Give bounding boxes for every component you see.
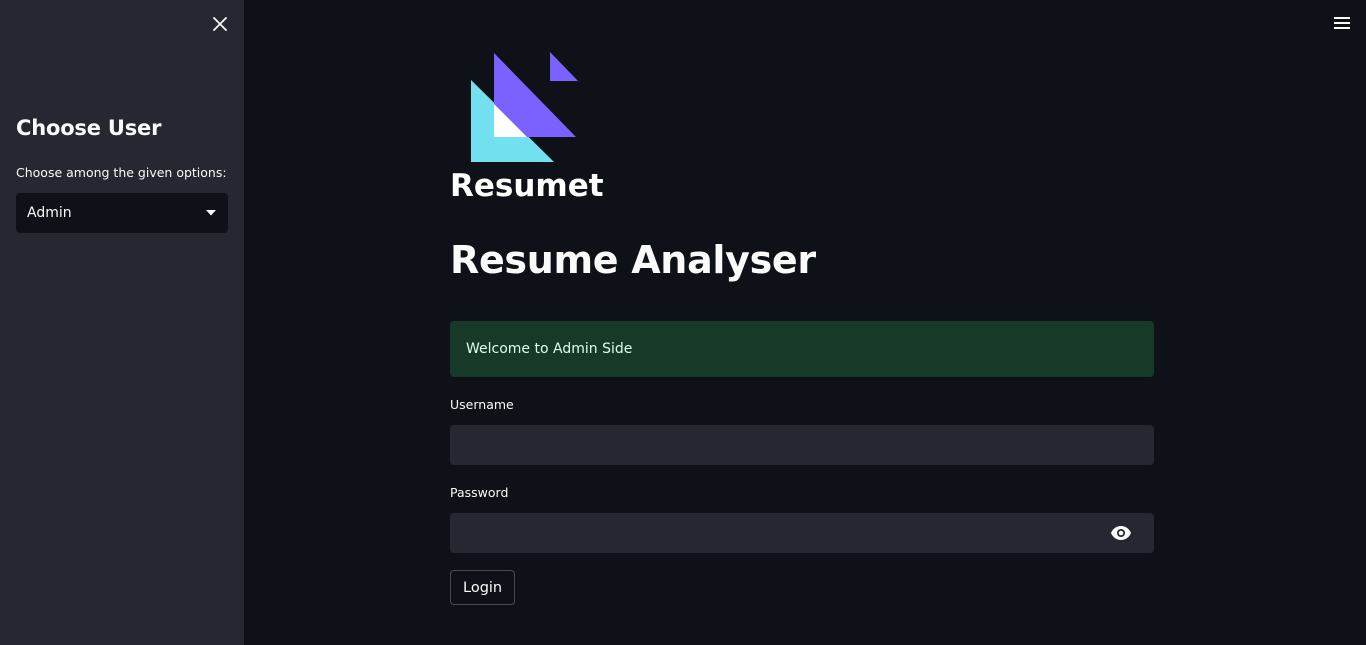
resumet-logo: Resumet [448, 50, 608, 204]
caret-down-icon [206, 210, 216, 216]
page-title: Resume Analyser [450, 238, 816, 282]
alert-text: Welcome to Admin Side [466, 341, 633, 357]
username-label: Username [450, 397, 514, 412]
welcome-alert: Welcome to Admin Side [450, 321, 1154, 377]
main-menu-button[interactable] [1330, 12, 1354, 34]
close-sidebar-button[interactable] [208, 12, 232, 36]
sidebar: Choose User Choose among the given optio… [0, 0, 244, 645]
hamburger-menu-icon [1334, 17, 1350, 29]
password-label: Password [450, 485, 509, 500]
login-button[interactable]: Login [450, 570, 516, 605]
close-icon [213, 17, 227, 31]
logo-wordmark: Resumet [450, 168, 604, 202]
password-input[interactable] [450, 513, 1154, 553]
user-type-select[interactable]: Admin [16, 193, 228, 233]
eye-icon [1111, 526, 1131, 540]
select-label: Choose among the given options: [16, 165, 227, 180]
app-root: Choose User Choose among the given optio… [0, 0, 1366, 645]
sidebar-title: Choose User [16, 116, 162, 140]
show-password-button[interactable] [1108, 521, 1134, 545]
selected-option: Admin [27, 205, 72, 221]
username-input[interactable] [450, 425, 1154, 465]
